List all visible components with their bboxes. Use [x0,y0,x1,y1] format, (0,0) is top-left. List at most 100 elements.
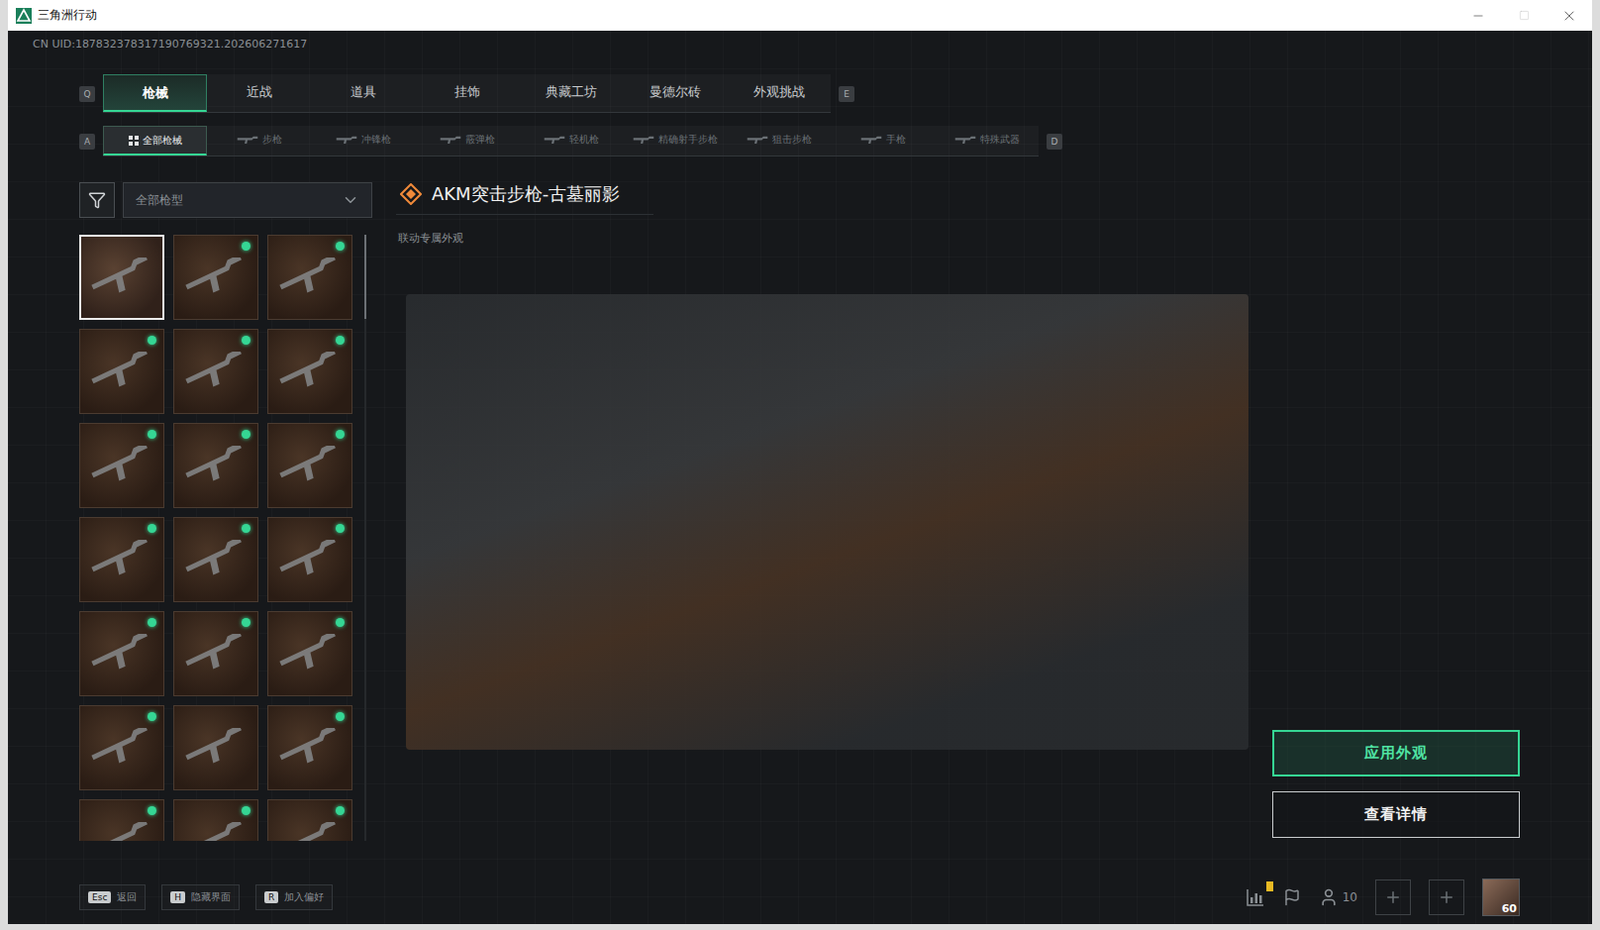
new-dot [241,241,251,251]
weapon-thumbnail-icon [181,445,251,486]
close-icon [1561,7,1578,24]
weapon-type-tab[interactable]: 特殊武器 [934,125,1039,156]
apply-button[interactable]: 应用外观 [1272,729,1520,777]
skin-card[interactable] [79,328,165,414]
skin-card[interactable] [173,516,259,602]
key-badge[interactable]: A [79,133,96,150]
category-tab[interactable]: 典藏工坊 [518,74,623,112]
close-button[interactable] [1546,0,1593,31]
skin-card[interactable] [173,704,259,791]
new-dot [335,335,345,345]
game-screen: CN UID:187832378317190769321.20260627161… [7,30,1593,924]
new-dot [241,335,251,345]
weapon-type-tab[interactable]: 步枪 [206,125,311,156]
gun-icon [335,135,358,145]
category-tab[interactable]: 枪械 [102,74,207,112]
invite-slot[interactable] [1428,879,1465,915]
weapon-thumbnail-icon [275,445,345,486]
tab-strip: 枪械近战道具挂饰典藏工坊曼德尔砖外观挑战 [102,74,831,113]
skin-card[interactable] [173,422,259,508]
maximize-button[interactable] [1500,0,1547,31]
status-group: 10 60 [1245,878,1520,916]
new-dot [147,617,157,627]
weapon-type-tab[interactable]: 轻机枪 [518,125,623,156]
player-level: 60 [1501,901,1517,915]
filter-button[interactable] [79,182,115,218]
skin-card[interactable] [173,328,259,414]
key-cap: Esc [88,891,111,903]
plus-icon [1384,888,1402,906]
window-controls [1455,0,1593,31]
skin-card[interactable] [173,799,259,841]
new-dot [335,523,345,533]
weapon-type-tab[interactable]: 手枪 [830,125,935,156]
new-dot [335,429,345,439]
details-button[interactable]: 查看详情 [1272,791,1520,838]
player-avatar[interactable]: 60 [1482,878,1520,916]
weapon-thumbnail-icon [181,539,251,580]
new-dot [335,805,345,815]
party-button[interactable]: 10 [1318,887,1358,907]
bar-chart-icon [1245,887,1266,907]
new-dot [147,805,157,815]
weapon-type-tab[interactable]: 全部枪械 [102,125,207,156]
gun-icon [236,135,259,145]
skin-card[interactable] [267,516,353,602]
skin-card[interactable] [79,610,165,697]
category-tab[interactable]: 近战 [206,74,311,112]
new-dot [335,711,345,721]
skin-card[interactable] [79,704,165,791]
weapon-type-tab[interactable]: 冲锋枪 [310,125,415,156]
category-tab[interactable]: 曼德尔砖 [622,74,727,112]
weapon-type-tab[interactable]: 霰弹枪 [414,125,519,156]
skin-card[interactable] [267,328,353,414]
scrollbar-thumb[interactable] [364,234,367,319]
skin-card[interactable] [79,234,165,320]
skin-card[interactable] [173,610,259,697]
flag-button[interactable] [1283,888,1301,906]
filter-icon [88,191,106,209]
skin-card[interactable] [79,422,165,508]
key-badge[interactable]: Q [79,86,96,102]
stats-button[interactable] [1245,887,1266,907]
weapon-type-tab[interactable]: 狙击步枪 [726,125,831,156]
skin-card[interactable] [173,234,259,320]
minimize-button[interactable] [1455,0,1501,31]
weapon-thumbnail-icon [87,445,157,486]
skin-title: AKM突击步枪-古墓丽影 [431,182,620,206]
gun-icon [860,135,883,145]
key-hint[interactable]: Esc返回 [79,884,146,910]
weapon-thumbnail-icon [87,633,157,674]
key-badge[interactable]: D [1046,133,1063,150]
weapon-thumbnail-icon [87,727,157,768]
weapon-render[interactable] [405,294,1249,750]
skin-card[interactable] [267,610,353,697]
category-tab[interactable]: 道具 [310,74,415,112]
skin-card[interactable] [79,516,165,602]
new-dot [335,241,345,251]
skin-card[interactable] [267,799,353,841]
skin-card[interactable] [267,234,353,320]
new-dot [147,523,157,533]
invite-slot[interactable] [1375,879,1411,915]
key-hint[interactable]: H隐藏界面 [161,884,240,910]
new-dot [241,617,251,627]
scrollbar[interactable] [364,234,367,841]
subtab-strip: 全部枪械步枪冲锋枪霰弹枪轻机枪精确射手步枪狙击步枪手枪特殊武器 [102,125,1039,157]
weapon-type-tab[interactable]: 精确射手步枪 [622,125,727,156]
skin-card[interactable] [79,799,165,841]
key-badge[interactable]: E [838,86,855,102]
new-dot [241,523,251,533]
skin-card[interactable] [267,422,353,508]
category-tab[interactable]: 外观挑战 [726,74,831,112]
grid-icon [128,135,139,146]
skin-title-row: AKM突击步枪-古墓丽影 [396,182,654,215]
rarity-diamond-icon [400,183,422,205]
hint-label: 加入偏好 [284,890,324,904]
category-tab[interactable]: 挂饰 [414,74,519,112]
skin-subtitle: 联动专属外观 [396,230,1520,246]
skin-card[interactable] [267,704,353,791]
action-buttons: 应用外观查看详情 [1272,729,1520,838]
key-hint[interactable]: R加入偏好 [255,884,333,910]
weapon-type-dropdown[interactable]: 全部枪型 [122,182,373,218]
